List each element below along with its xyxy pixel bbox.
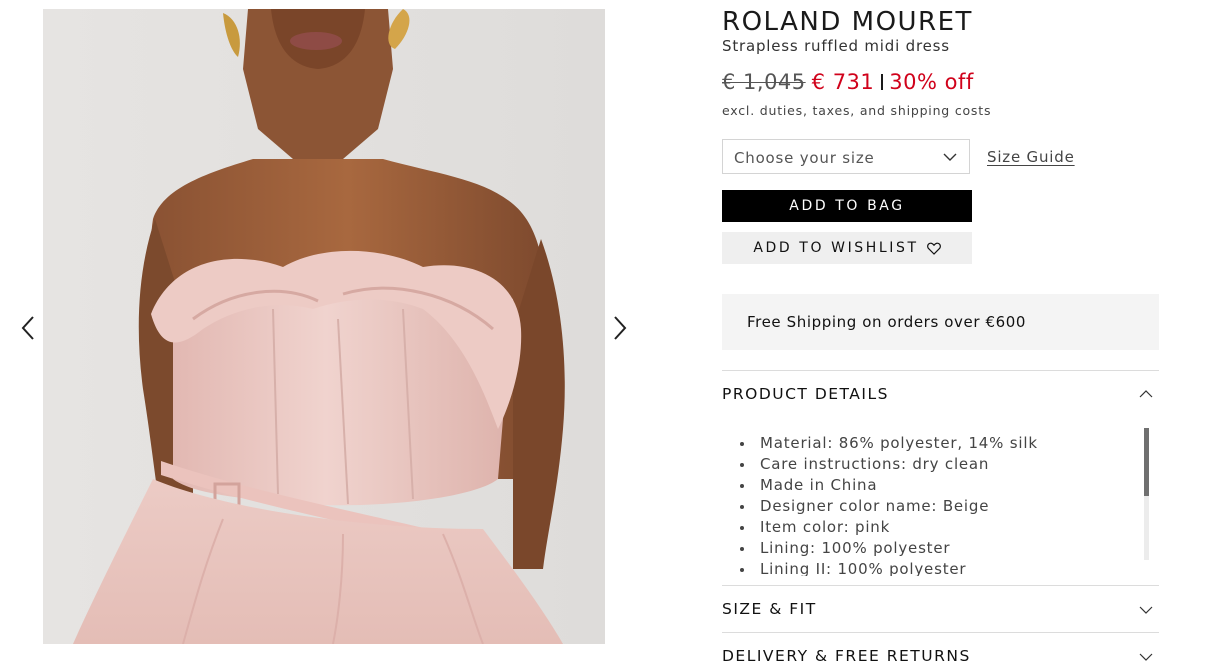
list-item: Care instructions: dry clean [740,454,1038,475]
product-details-header[interactable]: PRODUCT DETAILS [722,385,889,403]
chevron-down-icon[interactable] [1139,653,1153,661]
brand-name[interactable]: ROLAND MOURET [722,7,973,37]
chevron-left-icon [21,316,34,340]
free-shipping-text: Free Shipping on orders over €600 [747,313,1027,331]
chevron-down-icon [943,153,957,161]
size-select-placeholder: Choose your size [734,149,875,167]
list-item: Item color: pink [740,517,1038,538]
delivery-returns-header[interactable]: DELIVERY & FREE RETURNS [722,647,971,665]
price-row: € 1,045 € 731 30% off [722,70,974,94]
list-item: Lining: 100% polyester [740,538,1038,559]
add-to-bag-button[interactable]: ADD TO BAG [722,190,972,222]
list-item: Made in China [740,475,1038,496]
divider [722,632,1159,633]
chevron-right-icon [614,316,627,340]
divider [722,370,1159,371]
add-to-bag-label: ADD TO BAG [789,198,905,214]
sale-price: € 731 [811,70,875,94]
product-details-content[interactable]: Material: 86% polyester, 14% silk Care i… [722,428,1159,576]
size-select[interactable]: Choose your size [722,139,970,174]
add-to-wishlist-button[interactable]: ADD TO WISHLIST [722,232,972,264]
gallery-next-button[interactable] [608,314,632,342]
divider [722,585,1159,586]
heart-icon [926,242,941,255]
scrollbar-thumb[interactable] [1144,428,1149,496]
gallery-prev-button[interactable] [16,314,40,342]
duties-note: excl. duties, taxes, and shipping costs [722,103,992,118]
original-price: € 1,045 [722,70,806,94]
product-image [43,9,605,644]
free-shipping-banner: Free Shipping on orders over €600 [722,294,1159,350]
product-details-list: Material: 86% polyester, 14% silk Care i… [740,433,1038,576]
size-fit-header[interactable]: SIZE & FIT [722,600,817,618]
price-separator [881,74,884,90]
chevron-up-icon[interactable] [1139,390,1153,398]
list-item: Lining II: 100% polyester [740,559,1038,576]
list-item: Designer color name: Beige [740,496,1038,517]
chevron-down-icon[interactable] [1139,606,1153,614]
size-guide-link[interactable]: Size Guide [987,148,1075,166]
discount-label: 30% off [889,70,974,94]
product-name: Strapless ruffled midi dress [722,37,950,55]
add-to-wishlist-label: ADD TO WISHLIST [753,240,919,256]
list-item: Material: 86% polyester, 14% silk [740,433,1038,454]
